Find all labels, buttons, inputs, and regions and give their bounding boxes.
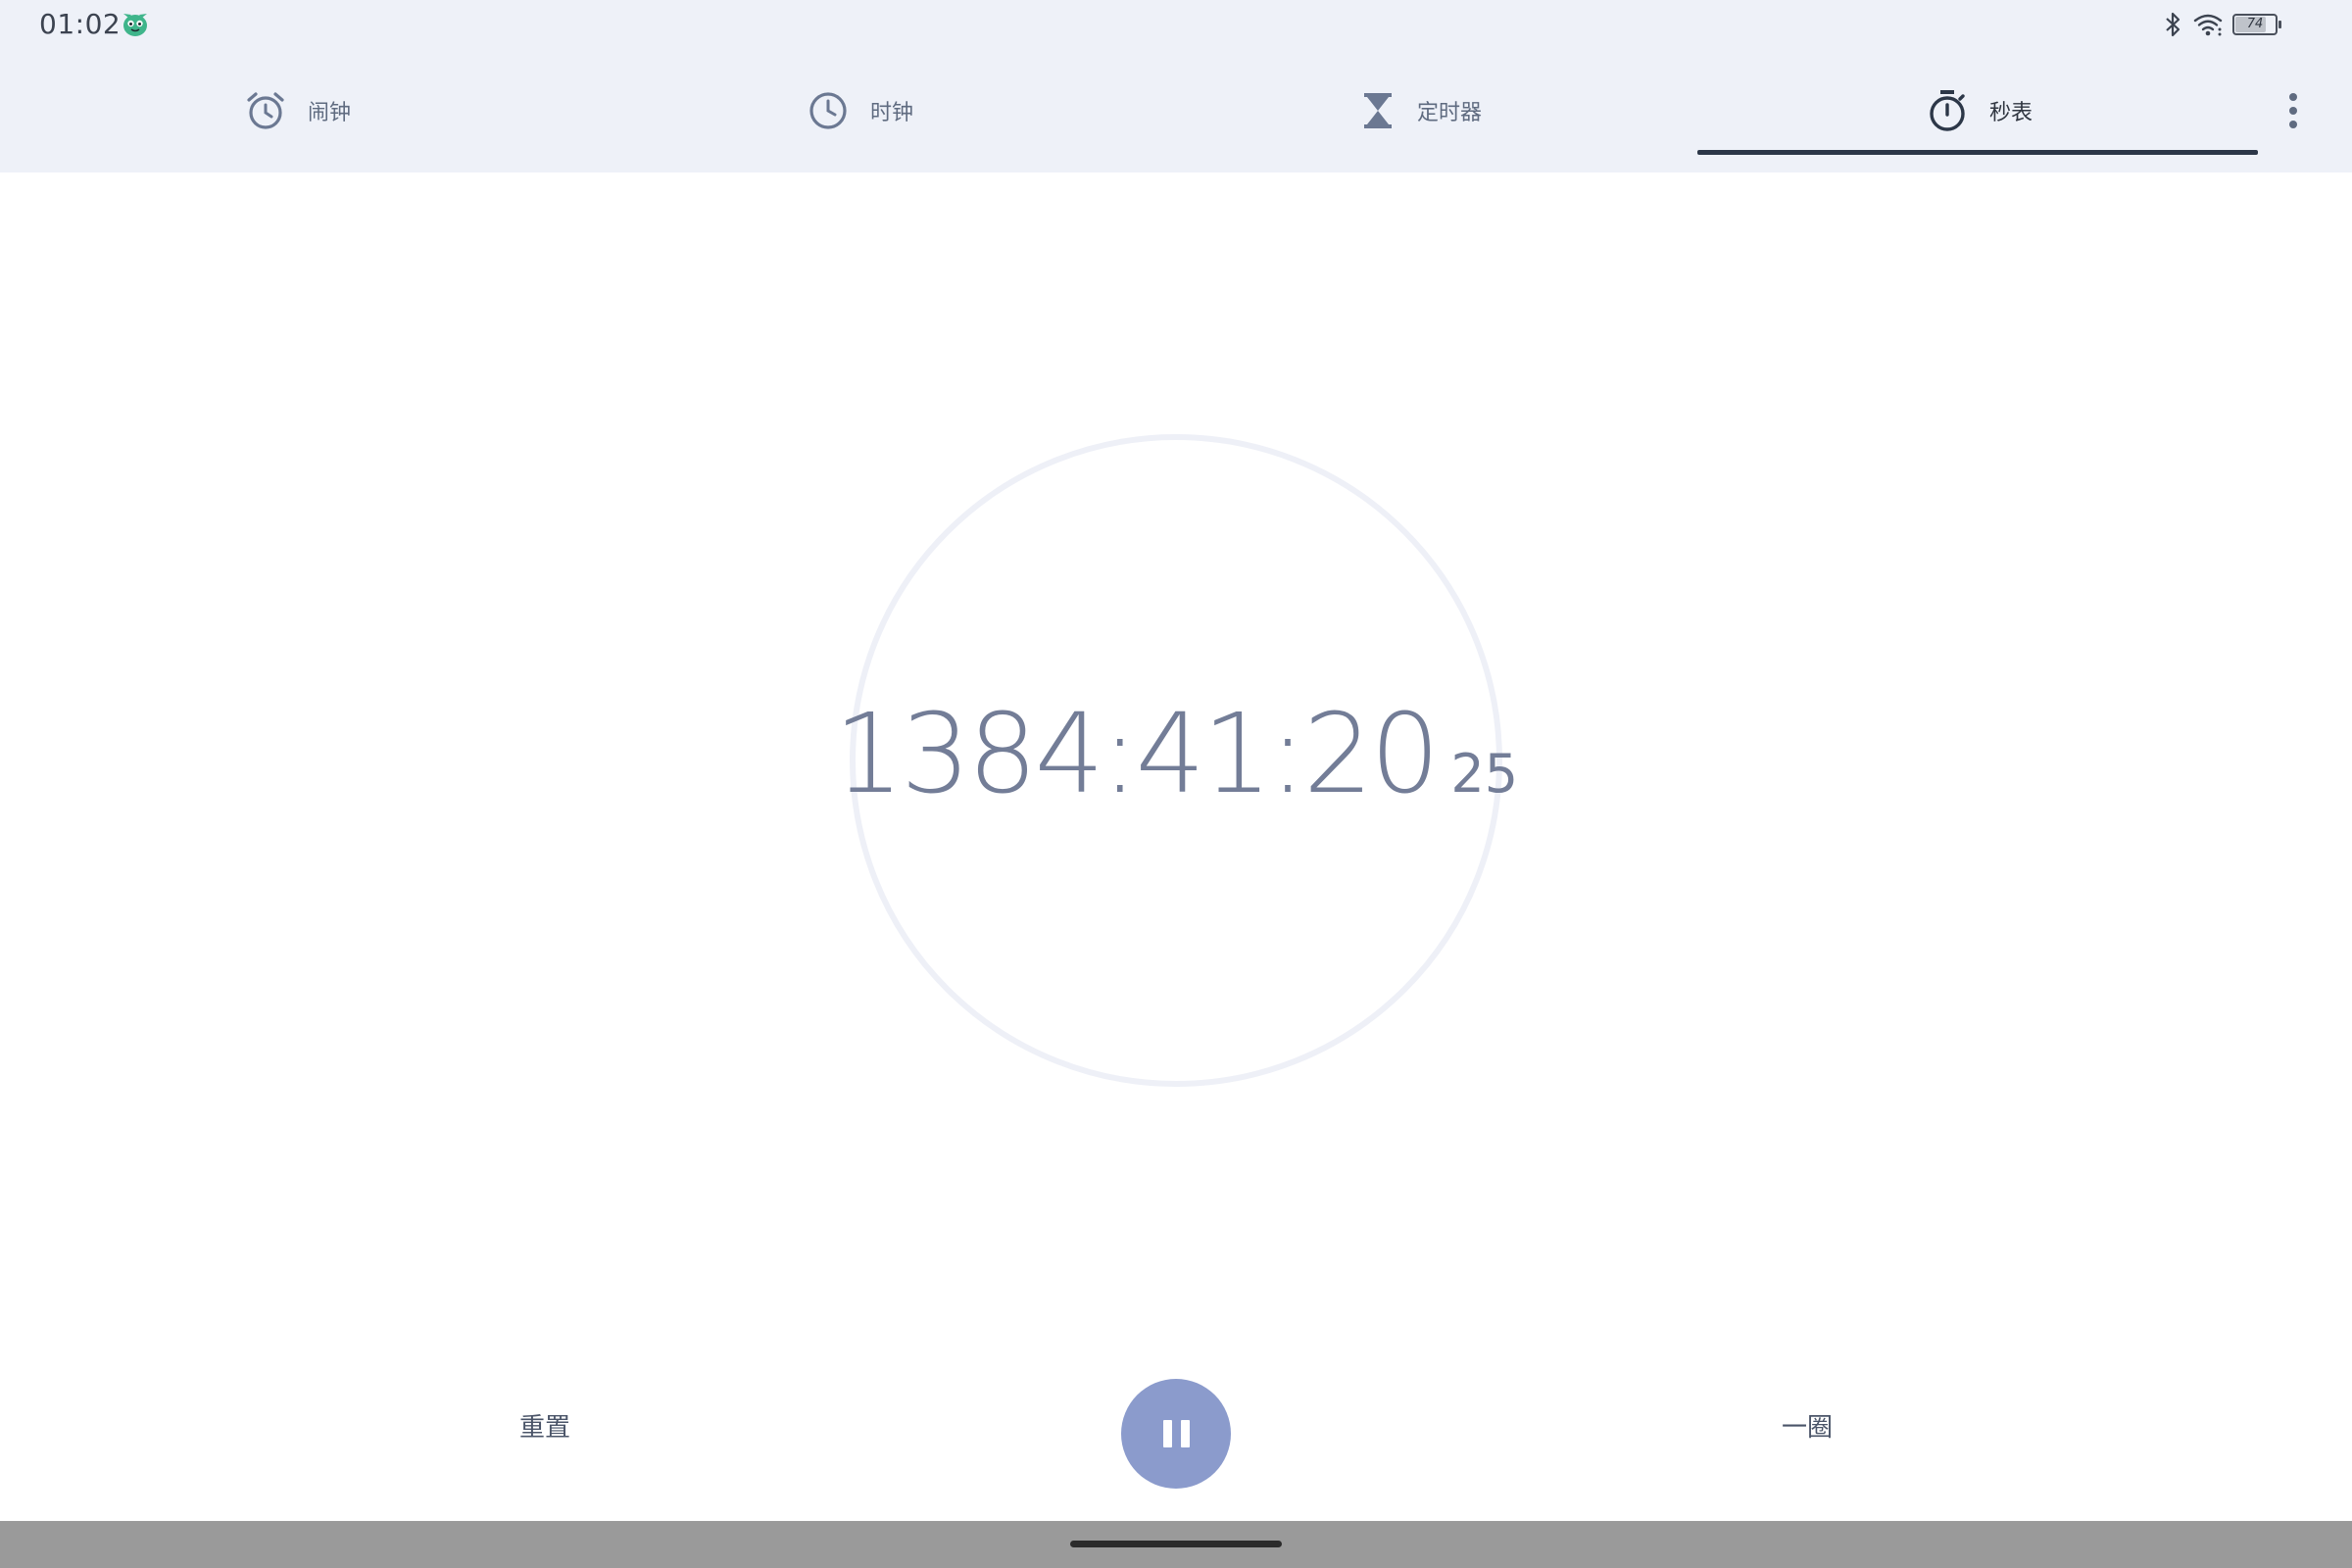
lap-button[interactable]: 一圈 <box>1782 1407 1833 1444</box>
wifi-icon <box>2193 14 2223 36</box>
tab-alarm-label: 闹钟 <box>307 101 351 125</box>
pause-icon <box>1162 1420 1172 1447</box>
clock-icon <box>809 92 847 129</box>
status-time: 01:02 <box>39 8 122 40</box>
tab-bar: 闹钟 时钟 定时器 秒表 <box>0 49 2352 172</box>
reset-button[interactable]: 重置 <box>519 1407 570 1444</box>
elapsed-time-hundredths: 25 <box>1450 743 1519 805</box>
status-icons: 74 <box>2162 8 2281 41</box>
menu-dot <box>2289 121 2297 128</box>
tab-stopwatch-label: 秒表 <box>1988 101 2033 125</box>
elapsed-time: 1384:41:20 25 <box>834 681 1518 828</box>
battery-icon: 74 <box>2232 14 2281 35</box>
stopwatch-icon <box>1930 90 1965 131</box>
android-mascot-icon <box>123 14 147 36</box>
tab-clock-label: 时钟 <box>869 101 913 125</box>
status-bar: 01:02 74 <box>0 0 2352 49</box>
home-gesture-handle[interactable] <box>1070 1541 1282 1547</box>
alarm-clock-icon <box>247 92 284 129</box>
tab-timer[interactable]: 定时器 <box>1235 49 1607 172</box>
menu-dot <box>2289 107 2297 115</box>
elapsed-time-main: 1384:41:20 <box>833 691 1441 818</box>
tab-alarm[interactable]: 闹钟 <box>112 49 484 172</box>
bluetooth-icon <box>2166 12 2180 37</box>
pause-icon <box>1180 1420 1190 1447</box>
more-vert-icon[interactable] <box>2274 86 2313 135</box>
tab-clock[interactable]: 时钟 <box>674 49 1047 172</box>
battery-level: 74 <box>2246 17 2264 31</box>
tab-timer-label: 定时器 <box>1416 101 1482 125</box>
active-tab-indicator <box>1697 150 2258 155</box>
pause-button[interactable] <box>1121 1379 1231 1489</box>
navigation-bar <box>0 1521 2352 1568</box>
menu-dot <box>2289 93 2297 101</box>
hourglass-icon <box>1363 93 1392 128</box>
